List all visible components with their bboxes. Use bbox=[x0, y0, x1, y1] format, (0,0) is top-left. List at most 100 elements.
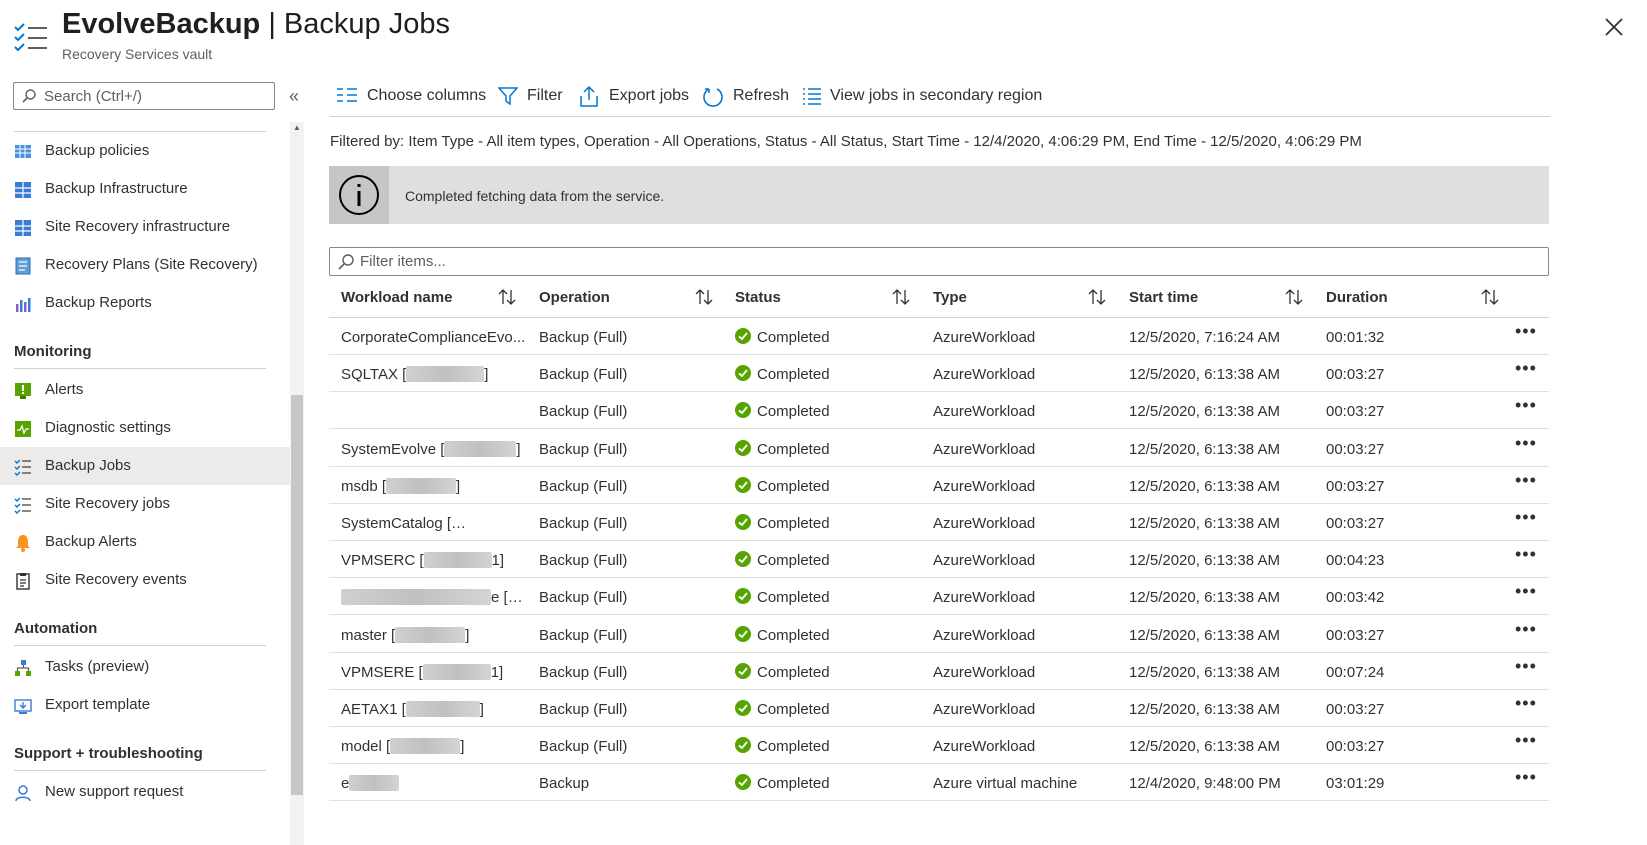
cell-status: Completed bbox=[757, 366, 830, 384]
infrastructure-grid-icon bbox=[15, 220, 31, 236]
more-actions-icon[interactable]: ••• bbox=[1515, 321, 1537, 342]
success-check-icon bbox=[735, 328, 751, 344]
more-actions-icon[interactable]: ••• bbox=[1515, 433, 1537, 454]
export-template-icon bbox=[14, 699, 32, 714]
column-header-workload-name[interactable]: Workload name bbox=[341, 289, 452, 306]
choose-columns-label: Choose columns bbox=[367, 87, 487, 104]
more-actions-icon[interactable]: ••• bbox=[1515, 730, 1537, 751]
sort-arrows-icon[interactable] bbox=[1480, 287, 1500, 307]
resource-menu: Search (Ctrl+/) « Backup policies Backup… bbox=[0, 70, 305, 845]
more-actions-icon[interactable]: ••• bbox=[1515, 581, 1537, 602]
sidebar-item-export-template[interactable]: Export template bbox=[0, 686, 290, 724]
more-actions-icon[interactable]: ••• bbox=[1515, 358, 1537, 379]
column-header-status[interactable]: Status bbox=[735, 289, 781, 306]
success-check-icon bbox=[735, 700, 751, 716]
cell-workload-name: master [] bbox=[341, 626, 529, 644]
cell-duration: 00:04:23 bbox=[1326, 552, 1385, 570]
more-actions-icon[interactable]: ••• bbox=[1515, 656, 1537, 677]
sidebar-item-label: Diagnostic settings bbox=[45, 419, 171, 436]
column-header-type[interactable]: Type bbox=[933, 289, 967, 306]
sidebar-item-backup-reports[interactable]: Backup Reports bbox=[0, 284, 290, 322]
sidebar-item-alerts[interactable]: Alerts bbox=[0, 371, 290, 409]
cell-workload-name: e [E... bbox=[341, 589, 529, 606]
cell-start-time: 12/5/2020, 6:13:38 AM bbox=[1129, 515, 1280, 532]
section-automation: Automation bbox=[14, 620, 98, 637]
command-bar: Choose columns Filter Export jobs Refres… bbox=[330, 78, 1550, 114]
workload-name-text: SystemEvolve [ bbox=[341, 440, 445, 458]
sidebar-item-label: Backup policies bbox=[45, 142, 150, 159]
sort-arrows-icon[interactable] bbox=[497, 287, 517, 307]
redacted-text bbox=[341, 403, 521, 420]
cell-duration: 00:03:27 bbox=[1326, 477, 1385, 495]
sidebar-item-site-recovery-infrastructure[interactable]: Site Recovery infrastructure bbox=[0, 208, 290, 246]
table-row[interactable]: CorporateComplianceEvo... Backup (Full) Co… bbox=[329, 318, 1549, 355]
sort-arrows-icon[interactable] bbox=[1087, 287, 1107, 307]
nav-divider bbox=[14, 368, 266, 369]
sidebar-item-site-recovery-events[interactable]: Site Recovery events bbox=[0, 561, 290, 599]
table-row[interactable]: master [] Backup (Full) Completed AzureWork… bbox=[329, 616, 1549, 653]
table-row[interactable]: SystemEvolve [] Backup (Full) Completed Azu… bbox=[329, 430, 1549, 467]
cell-operation: Backup (Full) bbox=[539, 366, 628, 384]
sidebar-item-label: Tasks (preview) bbox=[45, 658, 150, 675]
filter-items-input[interactable]: Filter items... bbox=[329, 247, 1549, 276]
close-icon[interactable] bbox=[1603, 16, 1625, 38]
sidebar-item-site-recovery-jobs[interactable]: Site Recovery jobs bbox=[0, 485, 290, 523]
more-actions-icon[interactable]: ••• bbox=[1515, 470, 1537, 491]
table-row[interactable]: msdb [] Backup (Full) Completed AzureWorklo… bbox=[329, 467, 1549, 504]
cell-duration: 00:03:27 bbox=[1326, 738, 1385, 756]
sidebar-item-label: Site Recovery infrastructure bbox=[45, 218, 231, 235]
table-row[interactable]: SystemCatalog [... Backup (Full) Completed… bbox=[329, 504, 1549, 541]
sidebar-item-backup-policies[interactable]: Backup policies bbox=[0, 132, 290, 170]
cell-status: Completed bbox=[757, 589, 830, 607]
workload-name-text: AETAX1 [ bbox=[341, 701, 406, 718]
success-check-icon bbox=[735, 514, 751, 530]
cell-type: AzureWorkload bbox=[933, 366, 1036, 384]
cell-status: Completed bbox=[757, 403, 830, 421]
column-header-operation[interactable]: Operation bbox=[539, 289, 610, 306]
search-icon bbox=[338, 254, 354, 270]
sidebar-item-backup-alerts[interactable]: Backup Alerts bbox=[0, 523, 290, 561]
table-row[interactable]: AETAX1 [] Backup (Full) Completed AzureWork… bbox=[329, 690, 1549, 727]
jobs-list-icon bbox=[14, 459, 31, 476]
more-actions-icon[interactable]: ••• bbox=[1515, 619, 1537, 640]
scroll-up-arrow-icon[interactable]: ▲ bbox=[293, 123, 301, 132]
sidebar-item-recovery-plans[interactable]: Recovery Plans (Site Recovery) bbox=[0, 246, 290, 284]
sidebar-item-new-support-request[interactable]: New support request bbox=[0, 773, 290, 811]
more-actions-icon[interactable]: ••• bbox=[1515, 693, 1537, 714]
more-actions-icon[interactable]: ••• bbox=[1515, 507, 1537, 528]
cell-operation: Backup (Full) bbox=[539, 403, 628, 421]
table-row[interactable]: e [E... Backup (Full) Completed AzureWorklo… bbox=[329, 578, 1549, 616]
more-actions-icon[interactable]: ••• bbox=[1515, 544, 1537, 565]
more-actions-icon[interactable]: ••• bbox=[1515, 395, 1537, 416]
table-row[interactable]: ... Backup (Full) Completed AzureWorkload 12… bbox=[329, 392, 1549, 430]
cell-type: Azure virtual machine bbox=[933, 775, 1078, 793]
collapse-menu-icon[interactable]: « bbox=[289, 86, 299, 107]
workload-name-text: CorporateComplianceEvo... bbox=[341, 329, 526, 346]
workload-name-suffix: e [E... bbox=[491, 589, 529, 607]
cell-status: Completed bbox=[757, 515, 830, 532]
export-icon bbox=[580, 86, 598, 107]
more-actions-icon[interactable]: ••• bbox=[1515, 767, 1537, 788]
cell-type: AzureWorkload bbox=[933, 663, 1036, 681]
sidebar-item-diagnostic-settings[interactable]: Diagnostic settings bbox=[0, 409, 290, 447]
table-row[interactable]: e Backup Completed Azure virtual machine 12/… bbox=[329, 764, 1549, 802]
cell-start-time: 12/5/2020, 6:13:38 AM bbox=[1129, 738, 1280, 756]
menu-search-input[interactable]: Search (Ctrl+/) bbox=[13, 82, 275, 110]
column-header-start-time[interactable]: Start time bbox=[1129, 289, 1198, 306]
table-row[interactable]: VPMSERE [1] Backup (Full) Completed AzureWo… bbox=[329, 653, 1549, 690]
table-row[interactable]: model [] Backup (Full) Completed AzureWorkl… bbox=[329, 727, 1549, 765]
table-row[interactable]: VPMSERC [1] Backup (Full) Completed AzureWo… bbox=[329, 541, 1549, 579]
sidebar-item-tasks[interactable]: Tasks (preview) bbox=[0, 648, 290, 686]
table-row[interactable]: SQLTAX [] Backup (Full) Completed AzureWork… bbox=[329, 355, 1549, 393]
cell-operation: Backup (Full) bbox=[539, 738, 628, 756]
sidebar-item-backup-jobs[interactable]: Backup Jobs bbox=[0, 447, 290, 485]
sidebar-item-backup-infrastructure[interactable]: Backup Infrastructure bbox=[0, 170, 290, 208]
sort-arrows-icon[interactable] bbox=[1284, 287, 1304, 307]
workload-name-text: e bbox=[341, 775, 350, 793]
column-header-duration[interactable]: Duration bbox=[1326, 289, 1388, 306]
workload-name-text: msdb [ bbox=[341, 477, 387, 495]
sort-arrows-icon[interactable] bbox=[694, 287, 714, 307]
menu-scrollbar-thumb[interactable] bbox=[291, 395, 303, 795]
cell-type: AzureWorkload bbox=[933, 738, 1036, 756]
sort-arrows-icon[interactable] bbox=[891, 287, 911, 307]
